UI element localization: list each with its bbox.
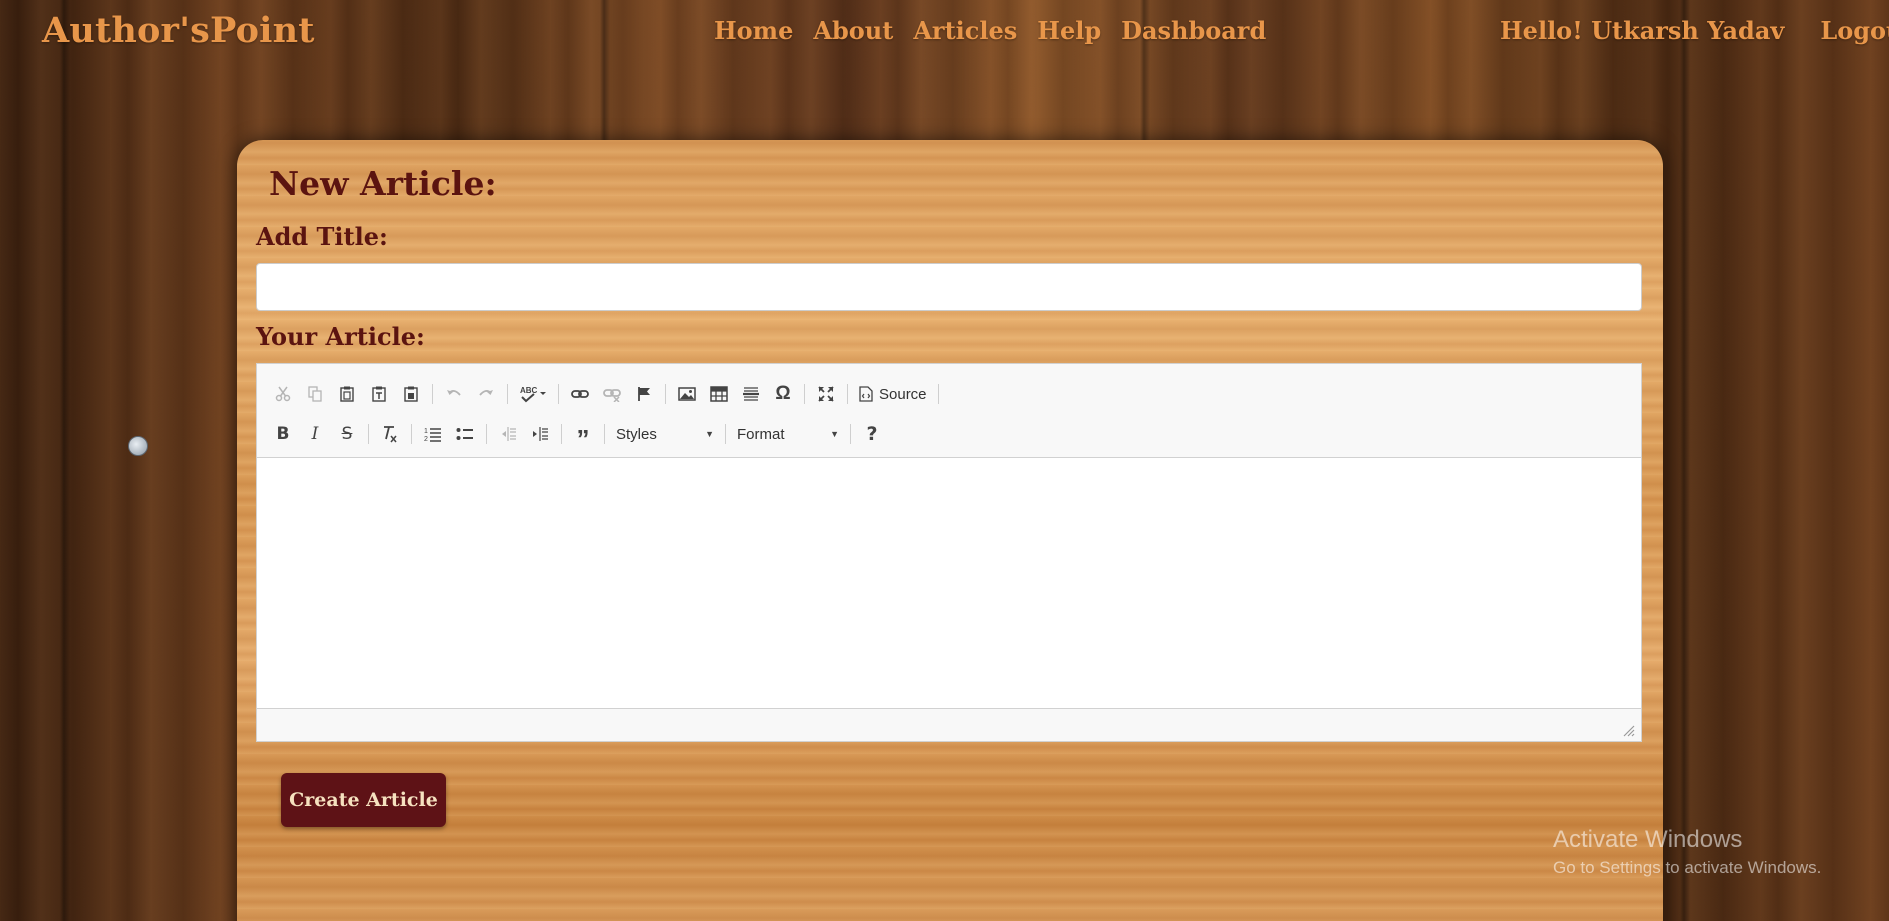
new-article-card: New Article: Add Title: Your Article: AB… <box>237 140 1663 921</box>
decrease-indent-icon[interactable] <box>492 419 524 449</box>
toolbar-separator <box>507 384 508 404</box>
maximize-icon[interactable] <box>810 379 842 409</box>
nav-user-area: Hello! Utkarsh Yadav Logout <box>1500 16 1889 45</box>
svg-text:2: 2 <box>424 436 428 442</box>
source-button[interactable]: Source <box>853 379 933 409</box>
nav-links: Home About Articles Help Dashboard <box>714 16 1266 45</box>
create-article-button[interactable]: Create Article <box>281 773 446 827</box>
table-icon[interactable] <box>703 379 735 409</box>
increase-indent-icon[interactable] <box>524 419 556 449</box>
bold-icon[interactable]: B <box>267 419 299 449</box>
activate-windows-title: Activate Windows <box>1553 826 1743 853</box>
special-char-omega-icon[interactable]: Ω <box>767 379 799 409</box>
image-icon[interactable] <box>671 379 703 409</box>
nav-link-dashboard[interactable]: Dashboard <box>1121 16 1266 45</box>
title-input[interactable] <box>256 263 1642 311</box>
toolbar-separator <box>432 384 433 404</box>
toolbar-separator <box>558 384 559 404</box>
article-label: Your Article: <box>256 322 425 351</box>
toolbar-separator <box>937 384 939 404</box>
svg-text:ABC: ABC <box>520 386 538 395</box>
resize-handle-icon[interactable] <box>1623 725 1635 737</box>
toolbar-row-1: ABC Ω Source <box>267 376 1631 412</box>
numbered-list-icon[interactable]: 12 <box>417 419 449 449</box>
editor-toolbar: ABC Ω Source B I S 1 2 ” Styles ▼ Format… <box>257 364 1641 458</box>
chevron-down-icon: ▼ <box>830 429 839 439</box>
toolbar-separator <box>604 424 605 444</box>
copy-icon[interactable] <box>299 379 331 409</box>
nav-link-help[interactable]: Help <box>1037 16 1101 45</box>
editor-status-bar <box>257 708 1641 741</box>
toolbar-separator <box>561 424 562 444</box>
toolbar-separator <box>847 384 848 404</box>
link-icon[interactable] <box>564 379 596 409</box>
toolbar-separator <box>368 424 369 444</box>
blockquote-icon[interactable]: ” <box>567 419 599 452</box>
italic-icon[interactable]: I <box>299 419 331 449</box>
cut-icon[interactable] <box>267 379 299 409</box>
toolbar-separator <box>804 384 805 404</box>
toolbar-separator <box>850 424 851 444</box>
source-file-icon <box>859 386 873 402</box>
user-greeting[interactable]: Hello! Utkarsh Yadav <box>1500 16 1784 45</box>
nav-link-home[interactable]: Home <box>714 16 793 45</box>
page-title: New Article: <box>269 164 497 203</box>
toolbar-separator <box>486 424 487 444</box>
source-label: Source <box>879 385 927 403</box>
unlink-icon[interactable] <box>596 379 628 409</box>
chevron-down-icon: ▼ <box>705 429 714 439</box>
nav-link-about[interactable]: About <box>813 16 893 45</box>
toolbar-separator <box>665 384 666 404</box>
nav-link-articles[interactable]: Articles <box>913 16 1017 45</box>
format-dropdown[interactable]: Format ▼ <box>731 419 845 449</box>
toolbar-row-2: B I S 12 ” Styles ▼ Format ▼ ? <box>267 416 1631 452</box>
styles-dropdown-label: Styles <box>616 425 657 443</box>
redo-icon[interactable] <box>470 379 502 409</box>
horizontal-rule-icon[interactable] <box>735 379 767 409</box>
paste-text-icon[interactable] <box>363 379 395 409</box>
anchor-flag-icon[interactable] <box>628 379 660 409</box>
wood-knot-decoration <box>128 436 148 456</box>
undo-icon[interactable] <box>438 379 470 409</box>
svg-text:1: 1 <box>424 428 428 435</box>
windows-activation-watermark: Activate Windows Go to Settings to activ… <box>1553 826 1821 878</box>
bulleted-list-icon[interactable] <box>449 419 481 449</box>
activate-windows-subtitle: Go to Settings to activate Windows. <box>1553 858 1822 877</box>
strikethrough-icon[interactable]: S <box>331 419 363 449</box>
editor-content-area[interactable] <box>257 458 1641 708</box>
spellcheck-icon[interactable]: ABC <box>513 379 553 409</box>
title-label: Add Title: <box>256 222 388 251</box>
remove-format-icon[interactable] <box>374 419 406 449</box>
top-navbar: Author'sPoint Home About Articles Help D… <box>0 0 1889 66</box>
toolbar-separator <box>411 424 412 444</box>
rich-text-editor: ABC Ω Source B I S 1 2 ” Styles ▼ Format… <box>256 363 1642 742</box>
brand-logo[interactable]: Author'sPoint <box>42 10 315 51</box>
logout-link[interactable]: Logout <box>1820 16 1889 45</box>
paste-from-word-icon[interactable] <box>395 379 427 409</box>
paste-icon[interactable] <box>331 379 363 409</box>
help-question-icon[interactable]: ? <box>856 419 888 449</box>
styles-dropdown[interactable]: Styles ▼ <box>610 419 720 449</box>
toolbar-separator <box>725 424 726 444</box>
format-dropdown-label: Format <box>737 425 785 443</box>
